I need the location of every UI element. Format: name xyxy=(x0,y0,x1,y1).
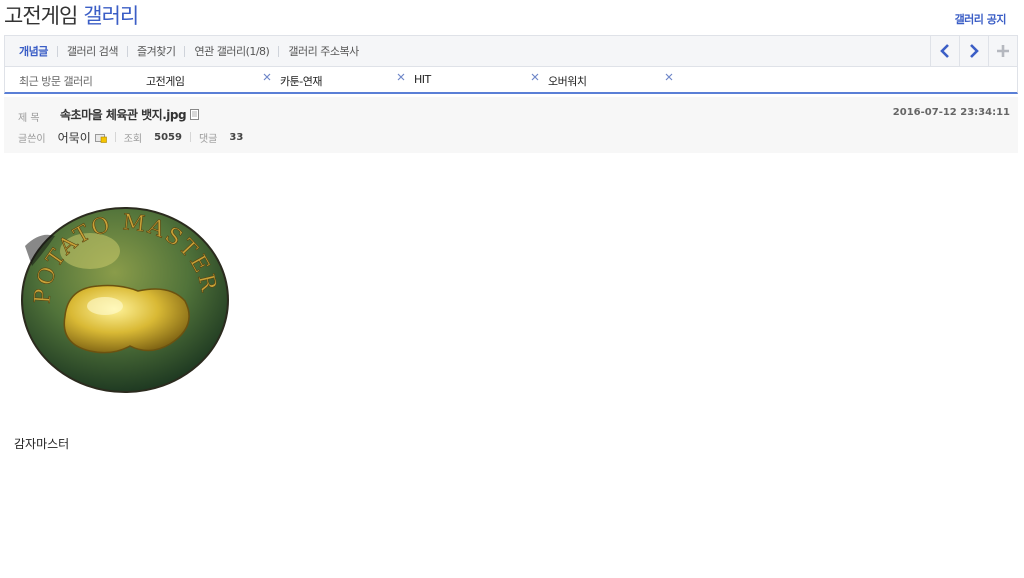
comments-count: 33 xyxy=(229,131,244,143)
next-button[interactable] xyxy=(959,36,988,66)
gallery-name[interactable]: 고전게임 xyxy=(4,0,78,30)
recent-gallery-item[interactable]: 카툰-연재 xyxy=(280,73,322,89)
post-body-text: 감자마스터 xyxy=(14,437,70,451)
tab-related-galleries[interactable]: 연관 갤러리(1/8) xyxy=(194,43,269,59)
gallery-notice-link[interactable]: 갤러리 공지 xyxy=(955,11,1007,27)
close-icon xyxy=(263,73,271,81)
views-count: 5059 xyxy=(154,131,182,143)
post-title: 속초마을 체육관 뱃지.jpg xyxy=(60,106,200,123)
plus-icon xyxy=(997,45,1009,57)
author-name[interactable]: 어묵이 xyxy=(58,129,91,146)
recent-galleries-bar: 최근 방문 갤러리 고전게임 카툰-연재 HIT 오버워치 xyxy=(4,67,1018,94)
tab-divider xyxy=(278,45,280,57)
comments-label: 댓글 xyxy=(198,133,218,145)
post-date: 2016-07-12 23:34:11 xyxy=(892,107,1010,118)
tab-divider xyxy=(184,45,186,57)
prev-button[interactable] xyxy=(930,36,959,66)
views-label: 조회 xyxy=(123,133,143,145)
recent-galleries-label: 최근 방문 갤러리 xyxy=(19,75,93,88)
remove-recent-button[interactable] xyxy=(260,70,274,84)
tab-divider xyxy=(126,45,128,57)
meta-divider xyxy=(114,132,116,142)
post-meta-row: 글쓴이 어묵이 조회 5059 댓글 33 xyxy=(18,129,243,145)
close-icon xyxy=(397,73,405,81)
recent-gallery-item[interactable]: HIT xyxy=(414,73,431,86)
title-label: 제 목 xyxy=(18,113,40,124)
remove-recent-button[interactable] xyxy=(528,70,542,84)
remove-recent-button[interactable] xyxy=(662,70,676,84)
recent-gallery-item[interactable]: 오버워치 xyxy=(548,73,587,89)
post-header: 제 목 속초마을 체육관 뱃지.jpg 2016-07-12 23:34:11 … xyxy=(4,97,1018,153)
toolbar-nav xyxy=(930,36,1017,66)
fixed-nick-icon xyxy=(94,133,107,143)
tab-gallery-search[interactable]: 갤러리 검색 xyxy=(67,43,119,59)
remove-recent-button[interactable] xyxy=(394,70,408,84)
tab-favorites[interactable]: 즐겨찾기 xyxy=(137,43,176,59)
tab-divider xyxy=(56,45,58,57)
toolbar-tabs: 개념글 갤러리 검색 즐겨찾기 연관 갤러리(1/8) 갤러리 주소복사 xyxy=(19,36,359,66)
post-title-text: 속초마을 체육관 뱃지.jpg xyxy=(60,108,187,122)
gallery-toolbar: 개념글 갤러리 검색 즐겨찾기 연관 갤러리(1/8) 갤러리 주소복사 xyxy=(4,35,1018,67)
add-button[interactable] xyxy=(988,36,1017,66)
chevron-left-icon xyxy=(940,44,949,58)
gallery-suffix: 갤러리 xyxy=(83,4,139,28)
gallery-title: 고전게임 갤러리 xyxy=(4,0,139,30)
tab-concept-posts[interactable]: 개념글 xyxy=(19,43,48,59)
author-label: 글쓴이 xyxy=(18,133,46,145)
close-icon xyxy=(665,73,673,81)
potato-badge-image[interactable]: POTATO MASTER xyxy=(20,206,230,394)
tab-copy-address[interactable]: 갤러리 주소복사 xyxy=(288,43,359,59)
chevron-right-icon xyxy=(970,44,979,58)
document-icon xyxy=(190,109,200,120)
close-icon xyxy=(531,73,539,81)
meta-divider xyxy=(189,132,191,142)
recent-gallery-item[interactable]: 고전게임 xyxy=(146,73,185,89)
